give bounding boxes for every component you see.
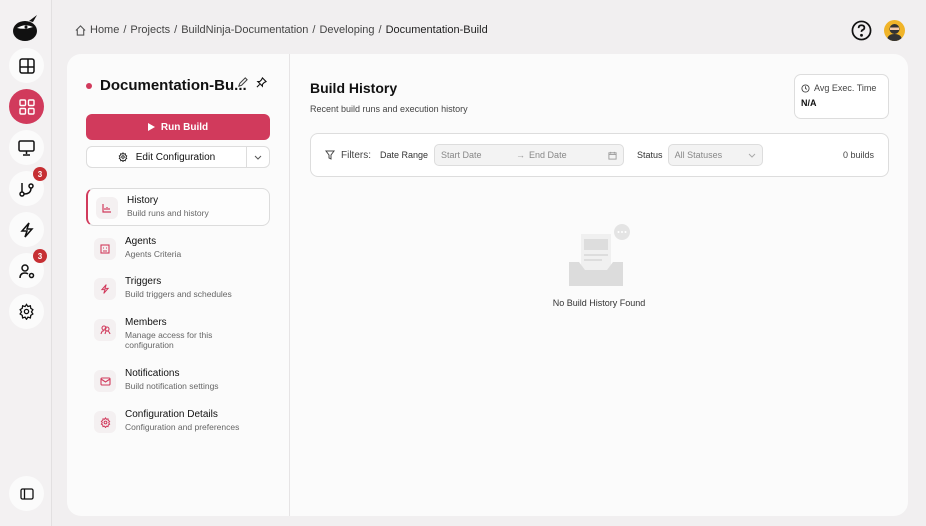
sidebar-toggle-icon [19,487,34,500]
clock-icon [801,83,810,93]
help-icon[interactable] [851,20,872,41]
configuration-card: Documentation-Bu... Run Build Edit Confi… [67,54,908,516]
nav-item-configuration-details[interactable]: Configuration Details Configuration and p… [86,403,270,439]
chevron-down-icon [748,153,755,158]
users-icon [94,319,116,341]
run-build-button[interactable]: Run Build [86,114,270,140]
filters-bar: Filters: Date Range Start Date → End Dat… [310,133,889,177]
lightning-icon [94,278,116,300]
breadcrumb-home[interactable]: Home [90,24,119,36]
user-avatar[interactable] [884,20,905,41]
layout-icon [18,57,35,74]
rail-projects-button[interactable] [9,89,44,124]
empty-state-message: No Build History Found [552,298,646,308]
nav-item-agents[interactable]: Agents Agents Criteria [86,230,270,266]
user-gear-icon [18,263,34,278]
lightning-icon [19,222,34,237]
agent-icon [94,238,116,260]
git-branch-icon [18,182,34,197]
rail-triggers-button[interactable] [9,212,44,247]
edit-configuration-button[interactable]: Edit Configuration [87,147,247,167]
rail-settings-button[interactable] [9,294,44,329]
edit-configuration-dropdown[interactable] [247,147,269,167]
play-icon [147,123,155,131]
calendar-icon [608,151,617,160]
mail-icon [94,370,116,392]
nav-item-members[interactable]: Members Manage access for this configurat… [86,311,270,356]
gear-icon [118,152,128,162]
breadcrumb: Home / Projects / BuildNinja-Documentation… [75,24,488,36]
end-date-input[interactable]: End Date [529,150,608,160]
breadcrumb-projects[interactable]: Projects [130,24,170,36]
pencil-icon[interactable] [237,77,248,88]
breadcrumb-project[interactable]: BuildNinja-Documentation [181,24,308,36]
edit-configuration-split-button: Edit Configuration [86,146,270,168]
page-subtitle: Recent build runs and execution history [310,104,468,114]
grid-icon [18,98,35,115]
rail-monitor-button[interactable] [9,130,44,165]
breadcrumb-folder[interactable]: Developing [319,24,374,36]
status-select[interactable]: All Statuses [667,144,763,166]
notification-badge: 3 [33,167,47,181]
nav-item-notifications[interactable]: Notifications Build notification settings [86,362,270,398]
buildninja-logo[interactable] [11,12,41,42]
nav-item-triggers[interactable]: Triggers Build triggers and schedules [86,270,270,306]
chart-icon [96,197,118,219]
breadcrumb-current: Documentation-Build [385,24,488,36]
rail-user-settings-button[interactable]: 3 [9,249,47,288]
home-icon [75,24,86,36]
avg-exec-time-value: N/A [801,98,817,108]
rail-dashboard-button[interactable] [9,48,44,83]
gear-icon [19,303,34,320]
configuration-panel: Documentation-Bu... Run Build Edit Confi… [67,54,290,516]
sidebar-toggle-button[interactable] [9,476,44,511]
build-count: 0 builds [842,150,874,160]
page-title: Build History [310,80,398,96]
build-history-panel: Build History Recent build runs and exec… [290,54,908,516]
start-date-input[interactable]: Start Date [441,150,516,160]
pin-icon[interactable] [256,77,267,88]
nav-item-history[interactable]: History Build runs and history [86,188,270,226]
date-range-picker[interactable]: Start Date → End Date [434,144,625,166]
notification-badge: 3 [33,249,47,263]
empty-inbox-icon [569,224,630,286]
config-title: Documentation-Bu... [86,77,247,94]
monitor-icon [18,139,35,156]
empty-state: No Build History Found [290,224,908,308]
filter-icon [325,150,335,160]
icon-rail: 3 3 [0,0,52,526]
gear-icon [94,411,116,433]
status-dot [86,82,92,89]
rail-pipelines-button[interactable]: 3 [9,167,47,206]
chevron-down-icon [254,155,262,160]
avg-exec-time-card: Avg Exec. Time N/A [794,74,889,119]
